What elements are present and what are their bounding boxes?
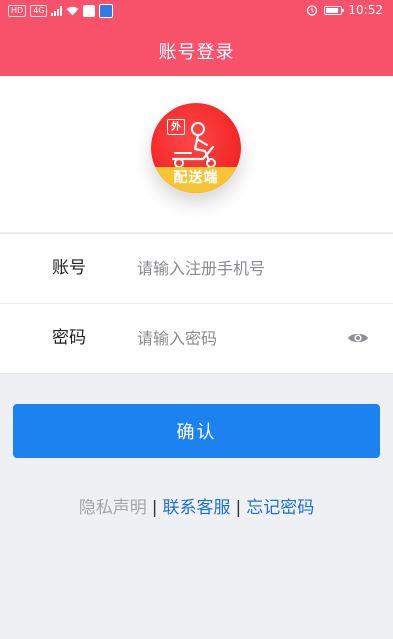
password-input[interactable]: [137, 322, 332, 355]
password-row: 密码: [0, 303, 393, 373]
status-right: 10:52: [306, 3, 383, 17]
notification-app-icon: [83, 5, 96, 17]
eye-icon[interactable]: [347, 331, 369, 345]
page-title: 账号登录: [158, 42, 235, 63]
link-separator-2: |: [235, 498, 242, 518]
account-label: 账号: [52, 258, 86, 278]
logo-section: 外 配送端: [0, 76, 393, 232]
logo-badge: 外: [167, 119, 185, 135]
login-form: 账号 密码: [0, 233, 393, 374]
app-header: HD 4G 10:52 账号登录: [0, 0, 393, 76]
status-bar: HD 4G 10:52: [0, 0, 393, 24]
hd-indicator: HD: [8, 5, 27, 17]
network-type-indicator: 4G: [30, 5, 48, 17]
link-separator: |: [151, 498, 158, 518]
footer-links: 隐私声明 | 联系客服 | 忘记密码: [0, 493, 393, 518]
account-input[interactable]: [137, 252, 332, 285]
forgot-password-link[interactable]: 忘记密码: [246, 498, 314, 518]
notification-app-icon-2: [99, 4, 114, 18]
privacy-link[interactable]: 隐私声明: [79, 498, 147, 518]
confirm-button[interactable]: 确认: [13, 404, 380, 458]
account-row: 账号: [0, 234, 393, 303]
alarm-icon: [307, 5, 318, 16]
status-time: 10:52: [348, 3, 383, 17]
logo-band-text: 配送端: [151, 167, 241, 193]
wifi-icon: [66, 6, 79, 16]
signal-icon: [51, 6, 63, 16]
battery-icon: [324, 5, 345, 15]
password-label: 密码: [52, 328, 86, 348]
status-left: HD 4G: [8, 4, 114, 18]
contact-service-link[interactable]: 联系客服: [163, 498, 231, 518]
delivery-logo: 外 配送端: [151, 103, 241, 193]
